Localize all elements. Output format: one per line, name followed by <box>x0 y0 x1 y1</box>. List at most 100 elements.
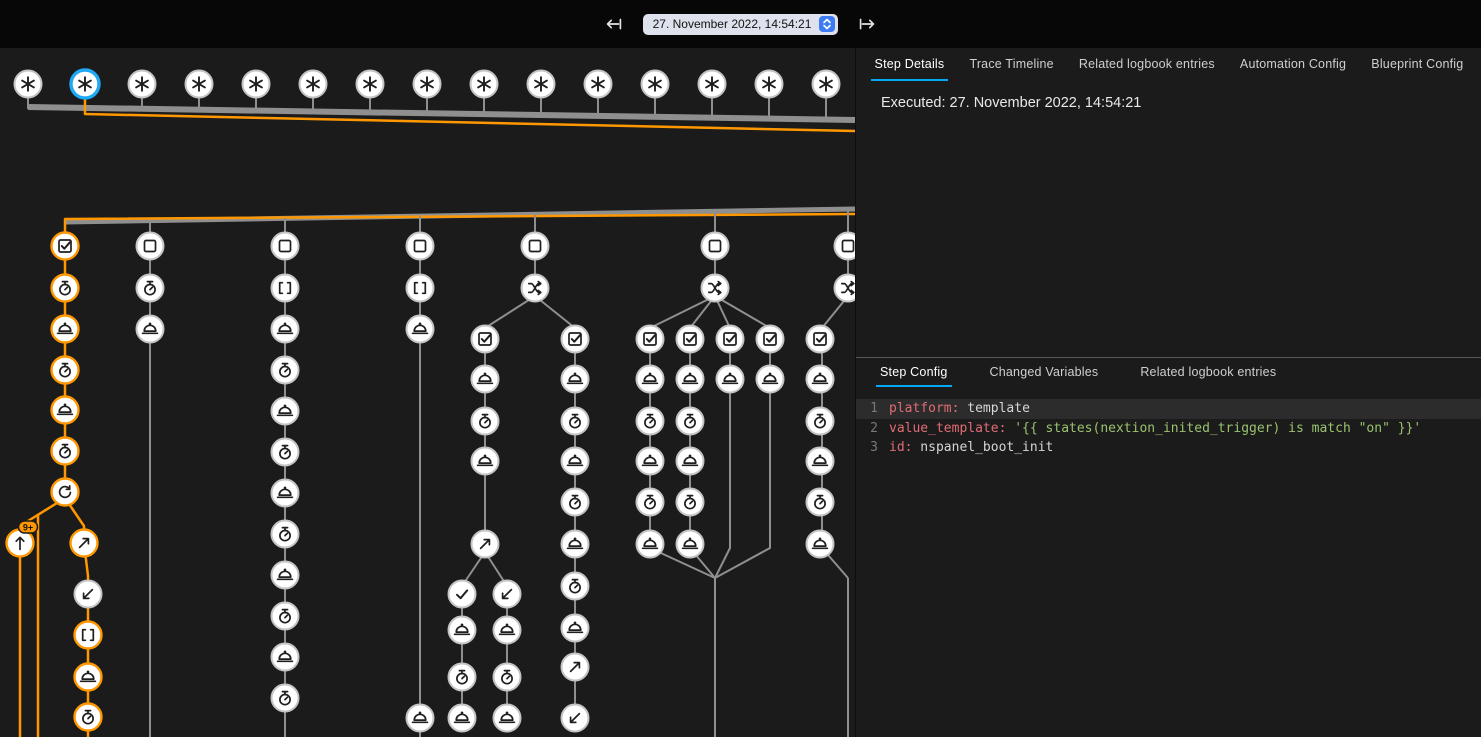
arrow-sw-node[interactable] <box>562 705 589 732</box>
checkbox-node[interactable] <box>562 326 589 353</box>
trigger-node[interactable] <box>699 71 726 98</box>
timer-node[interactable] <box>449 664 476 691</box>
tab-step-config[interactable]: Step Config <box>876 358 952 387</box>
service-node[interactable] <box>472 366 499 393</box>
service-node[interactable] <box>137 316 164 343</box>
previous-run-button[interactable] <box>599 9 629 39</box>
tab-related-logbook-entries[interactable]: Related logbook entries <box>1136 358 1280 387</box>
trigger-node[interactable] <box>528 71 555 98</box>
check-node[interactable] <box>449 581 476 608</box>
service-node[interactable] <box>637 531 664 558</box>
service-node[interactable] <box>562 531 589 558</box>
checkbox-node[interactable] <box>677 326 704 353</box>
service-node[interactable] <box>807 366 834 393</box>
square-node[interactable] <box>407 233 434 260</box>
choose-node[interactable] <box>522 275 549 302</box>
timer-node[interactable] <box>677 489 704 516</box>
checkbox-node[interactable] <box>757 326 784 353</box>
service-node[interactable] <box>52 397 79 424</box>
trigger-node[interactable] <box>71 70 99 98</box>
square-node[interactable] <box>522 233 549 260</box>
arrow-ne-node[interactable] <box>472 531 499 558</box>
timer-node[interactable] <box>52 357 79 384</box>
timer-node[interactable] <box>637 489 664 516</box>
service-node[interactable] <box>562 448 589 475</box>
service-node[interactable] <box>677 531 704 558</box>
arrow-sw-node[interactable] <box>75 581 102 608</box>
trace-graph[interactable]: 9+ <box>0 48 855 737</box>
timer-node[interactable] <box>472 408 499 435</box>
trigger-node[interactable] <box>15 71 42 98</box>
tab-automation-config[interactable]: Automation Config <box>1236 48 1350 81</box>
service-node[interactable] <box>494 617 521 644</box>
timer-node[interactable] <box>562 573 589 600</box>
timer-node[interactable] <box>137 275 164 302</box>
timer-node[interactable] <box>272 357 299 384</box>
timer-node[interactable] <box>272 603 299 630</box>
service-node[interactable] <box>757 366 784 393</box>
service-node[interactable] <box>272 316 299 343</box>
service-node[interactable] <box>494 705 521 732</box>
timer-node[interactable] <box>52 275 79 302</box>
timer-node[interactable] <box>272 521 299 548</box>
service-node[interactable] <box>272 562 299 589</box>
service-node[interactable] <box>562 366 589 393</box>
service-node[interactable] <box>677 366 704 393</box>
service-node[interactable] <box>677 448 704 475</box>
trigger-node[interactable] <box>642 71 669 98</box>
service-node[interactable] <box>407 705 434 732</box>
brackets-node[interactable] <box>407 275 434 302</box>
arrow-ne-node[interactable] <box>562 654 589 681</box>
checkbox-node[interactable] <box>807 326 834 353</box>
checkbox-node[interactable] <box>717 326 744 353</box>
timer-node[interactable] <box>52 438 79 465</box>
square-node[interactable] <box>137 233 164 260</box>
trigger-node[interactable] <box>813 71 840 98</box>
square-node[interactable] <box>835 233 856 260</box>
arrow-ne-node[interactable] <box>71 530 98 557</box>
trigger-node[interactable] <box>756 71 783 98</box>
square-node[interactable] <box>272 233 299 260</box>
checkbox-node[interactable] <box>637 326 664 353</box>
service-node[interactable] <box>75 664 102 691</box>
next-run-button[interactable] <box>852 9 882 39</box>
service-node[interactable] <box>637 448 664 475</box>
service-node[interactable] <box>449 705 476 732</box>
tab-changed-variables[interactable]: Changed Variables <box>986 358 1103 387</box>
timer-node[interactable] <box>272 439 299 466</box>
tab-step-details[interactable]: Step Details <box>871 48 949 81</box>
brackets-node[interactable] <box>272 275 299 302</box>
trigger-node[interactable] <box>471 71 498 98</box>
timer-node[interactable] <box>75 704 102 731</box>
timer-node[interactable] <box>677 408 704 435</box>
trigger-node[interactable] <box>129 71 156 98</box>
brackets-node[interactable] <box>75 622 102 649</box>
service-node[interactable] <box>717 366 744 393</box>
service-node[interactable] <box>562 615 589 642</box>
repeat-node[interactable] <box>52 479 79 506</box>
trigger-node[interactable] <box>585 71 612 98</box>
choose-node[interactable] <box>702 275 729 302</box>
yaml-code-editor[interactable]: 1platform: template2value_template: '{{ … <box>856 399 1481 458</box>
timer-node[interactable] <box>272 685 299 712</box>
timer-node[interactable] <box>562 489 589 516</box>
timer-node[interactable] <box>637 408 664 435</box>
trigger-node[interactable] <box>357 71 384 98</box>
service-node[interactable] <box>407 316 434 343</box>
square-node[interactable] <box>702 233 729 260</box>
timer-node[interactable] <box>807 489 834 516</box>
checkbox-node[interactable] <box>52 233 79 260</box>
choose-node[interactable] <box>835 275 856 302</box>
arrow-sw-node[interactable] <box>494 581 521 608</box>
timer-node[interactable] <box>807 408 834 435</box>
timer-node[interactable] <box>562 408 589 435</box>
service-node[interactable] <box>637 366 664 393</box>
trigger-node[interactable] <box>243 71 270 98</box>
service-node[interactable] <box>272 398 299 425</box>
trigger-node[interactable] <box>300 71 327 98</box>
run-selector-dropdown[interactable]: 27. November 2022, 14:54:21 <box>643 14 839 35</box>
tab-trace-timeline[interactable]: Trace Timeline <box>965 48 1057 81</box>
tab-blueprint-config[interactable]: Blueprint Config <box>1367 48 1467 81</box>
service-node[interactable] <box>472 448 499 475</box>
service-node[interactable] <box>52 316 79 343</box>
